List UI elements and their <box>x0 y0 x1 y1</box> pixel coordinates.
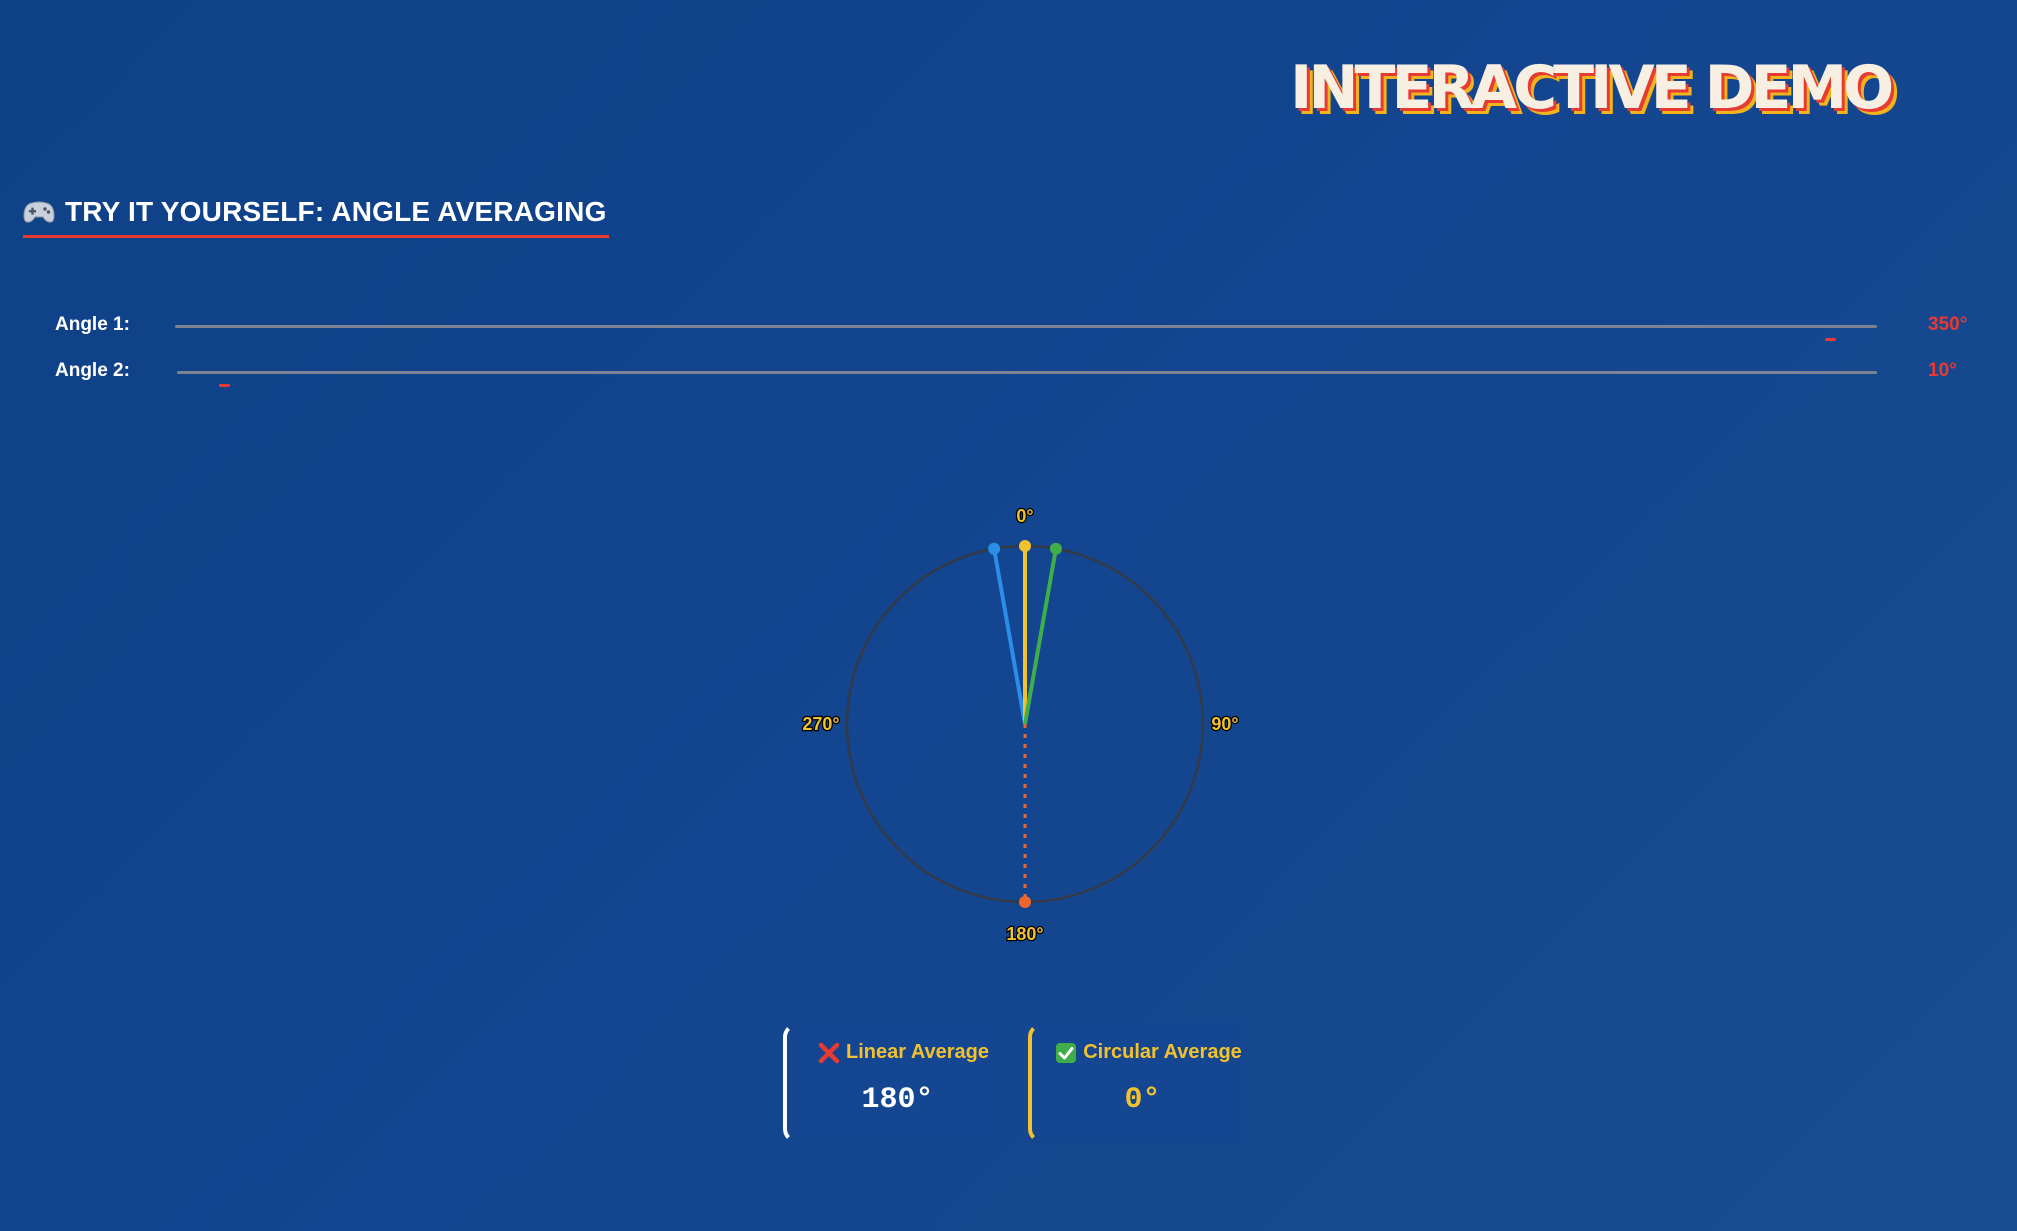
angle-1-label: Angle 1: <box>55 314 130 335</box>
dial-label-left: 270° <box>802 714 839 734</box>
circular-average-label: Circular Average <box>1083 1041 1242 1063</box>
circular-average-label-row: Circular Average <box>1054 1041 1243 1064</box>
cross-mark-icon <box>818 1042 840 1064</box>
angle-1-value: 350° <box>1928 314 1968 335</box>
linear-average-endpoint <box>1019 896 1031 908</box>
angle-1-vector <box>992 548 1027 725</box>
section-heading-text: TRY IT YOURSELF: ANGLE AVERAGING <box>65 195 607 227</box>
dial-label-right: 90° <box>1211 714 1238 734</box>
circular-average-value: 0° <box>1124 1083 1161 1117</box>
angle-2-endpoint <box>1049 542 1062 555</box>
card-bracket <box>1028 1023 1042 1143</box>
angle-2-slider[interactable] <box>177 371 1877 387</box>
angle-dial: 0° 90° 180° 270° <box>780 490 1270 970</box>
angle-2-value: 10° <box>1928 360 1957 381</box>
dial-label-top: 0° <box>1016 506 1033 526</box>
card-bracket <box>783 1023 797 1143</box>
angle-1-slider-thumb[interactable] <box>1824 338 1836 341</box>
dial-label-bottom: 180° <box>1006 924 1043 944</box>
angle-1-slider[interactable] <box>175 325 1877 341</box>
circular-average-card: Circular Average 0° <box>1028 1023 1243 1143</box>
page-title: INTERACTIVE DEMO <box>1290 53 1894 123</box>
angle-2-slider-row: Angle 2: 10° <box>55 358 1985 388</box>
section-heading: TRY IT YOURSELF: ANGLE AVERAGING <box>23 188 609 238</box>
angle-2-vector <box>1023 548 1058 725</box>
check-mark-icon <box>1055 1042 1077 1064</box>
angle-2-slider-thumb[interactable] <box>219 384 231 387</box>
linear-average-value: 180° <box>861 1083 934 1117</box>
angle-2-label: Angle 2: <box>55 360 130 381</box>
linear-average-label-row: Linear Average <box>809 1041 998 1064</box>
gamepad-icon <box>23 199 55 225</box>
linear-average-label: Linear Average <box>845 1041 990 1063</box>
angle-1-endpoint <box>988 542 1001 555</box>
circular-average-endpoint <box>1019 540 1031 552</box>
linear-average-card: Linear Average 180° <box>783 1023 998 1143</box>
angle-1-slider-row: Angle 1: 350° <box>55 312 1985 342</box>
